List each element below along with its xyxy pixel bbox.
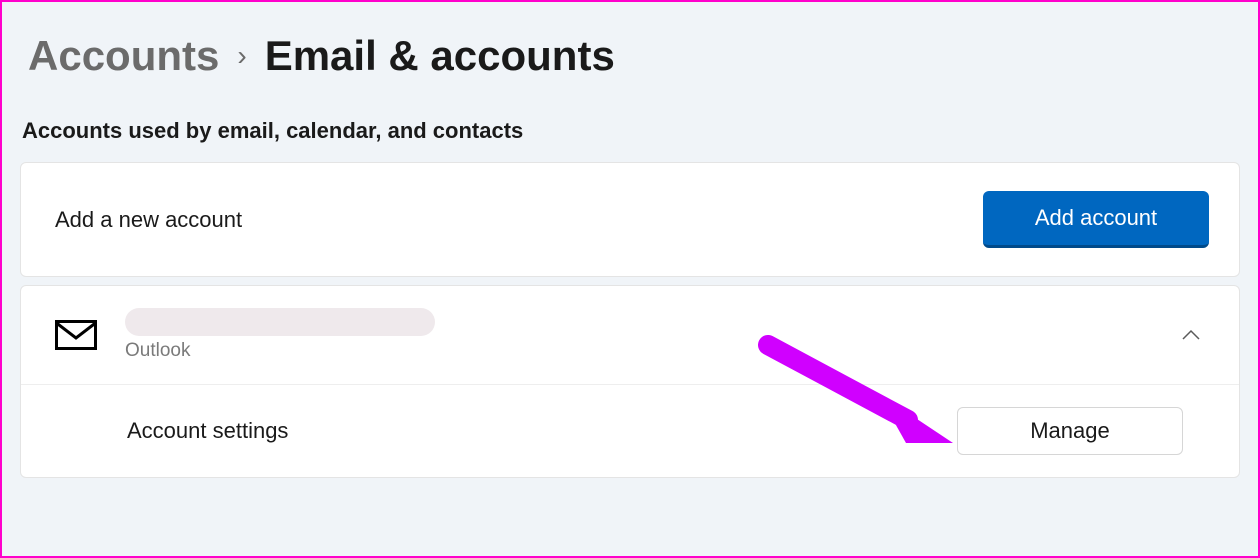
breadcrumb-parent[interactable]: Accounts	[28, 32, 219, 80]
add-account-label: Add a new account	[55, 207, 242, 233]
chevron-up-icon	[1181, 329, 1201, 341]
account-info: Outlook	[125, 308, 1173, 362]
collapse-toggle[interactable]	[1173, 317, 1209, 353]
chevron-right-icon: ›	[237, 40, 246, 72]
add-account-button[interactable]: Add account	[983, 191, 1209, 248]
page-title: Email & accounts	[265, 32, 615, 80]
mail-icon	[55, 320, 97, 350]
account-header-row[interactable]: Outlook	[21, 286, 1239, 385]
account-provider-label: Outlook	[125, 340, 1173, 362]
account-card: Outlook Account settings Manage	[20, 285, 1240, 478]
add-account-card: Add a new account Add account	[20, 162, 1240, 277]
add-account-row: Add a new account Add account	[21, 163, 1239, 276]
section-heading: Accounts used by email, calendar, and co…	[20, 118, 1240, 144]
settings-page: Accounts › Email & accounts Accounts use…	[2, 2, 1258, 496]
account-name-redacted	[125, 308, 435, 336]
breadcrumb: Accounts › Email & accounts	[20, 32, 1240, 80]
manage-button[interactable]: Manage	[957, 407, 1183, 455]
account-settings-label: Account settings	[127, 418, 288, 444]
account-settings-row: Account settings Manage	[21, 385, 1239, 477]
